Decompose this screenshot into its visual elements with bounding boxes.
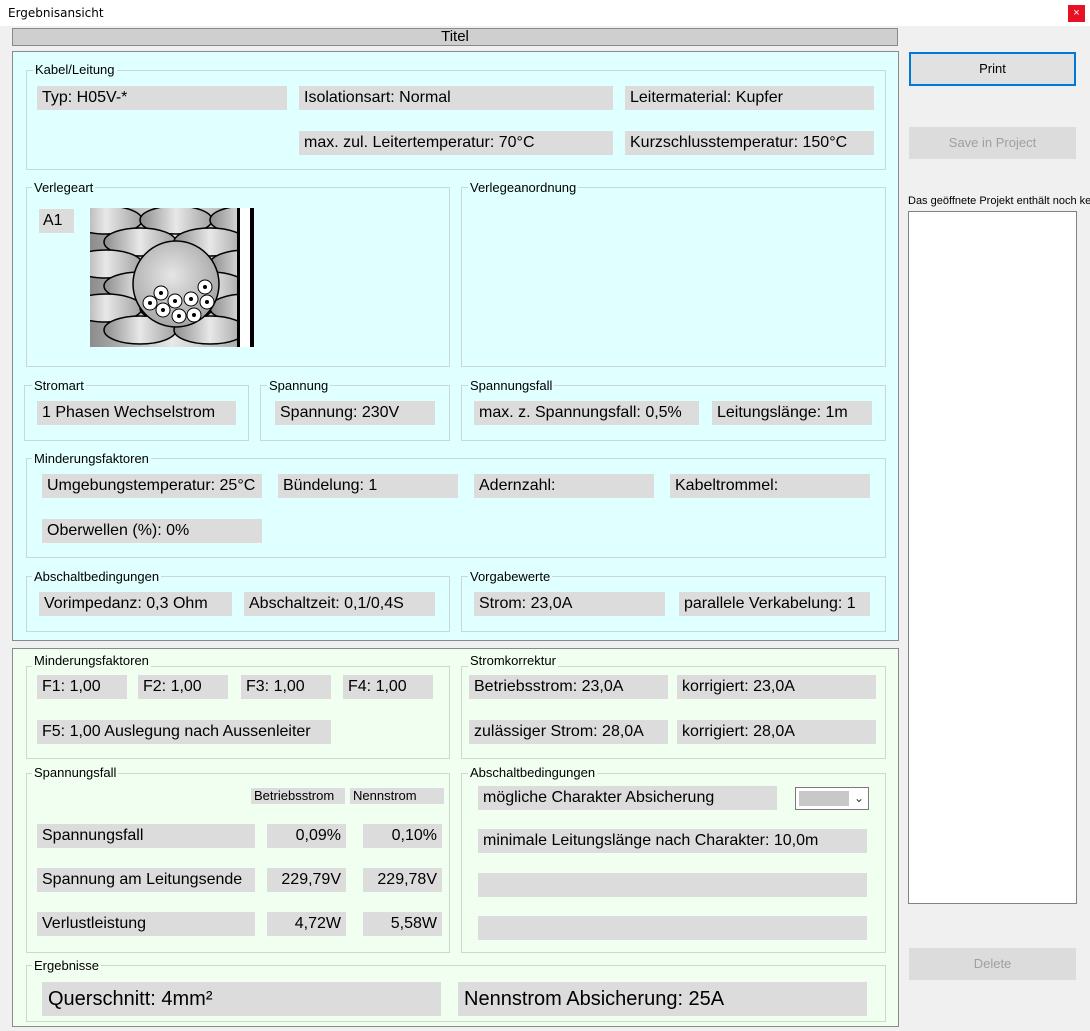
project-info-text: Das geöffnete Projekt enthält noch kei [908,195,1090,207]
group-verlegeanordnung-label: Verlegeanordnung [468,180,579,195]
save-in-project-button[interactable]: Save in Project [909,127,1076,159]
input-panel: Kabel/Leitung Typ: H05V-* Isolationsart:… [12,51,899,641]
verlustleistung-betrieb: 4,72W [267,912,346,936]
spannungsfall-betrieb: 0,09% [267,824,346,848]
buendelung-field: Bündelung: 1 [278,474,458,498]
minimale-leitungslaenge-field: minimale Leitungslänge nach Charakter: 1… [478,829,867,853]
abschalt-blank-field-2 [478,916,867,940]
close-button[interactable]: × [1068,5,1085,22]
charakter-dropdown-value [799,791,849,806]
max-spannungsfall-field: max. z. Spannungsfall: 0,5% [474,401,699,425]
window-title: Ergebnisansicht [8,6,104,20]
delete-button[interactable]: Delete [909,948,1076,980]
umgebungstemperatur-field: Umgebungstemperatur: 25°C [42,474,262,498]
stromart-field: 1 Phasen Wechselstrom [37,401,236,425]
abschaltzeit-field: Abschaltzeit: 0,1/0,4S [244,592,435,616]
adernzahl-field: Adernzahl: [474,474,654,498]
leitermaterial-field: Leitermaterial: Kupfer [625,86,874,110]
parallele-verkabelung-field: parallele Verkabelung: 1 [679,592,870,616]
spannung-field: Spannung: 230V [275,401,435,425]
spannung-leitungsende-betrieb: 229,79V [267,868,346,892]
f1-field: F1: 1,00 [37,675,127,699]
betriebsstrom-field: Betriebsstrom: 23,0A [469,675,668,699]
group-stromart-label: Stromart [32,378,86,393]
abschalt-blank-field-1 [478,873,867,897]
f5-field: F5: 1,00 Auslegung nach Aussenleiter [37,720,331,744]
group-spannungsfall-output-label: Spannungsfall [32,765,119,780]
betriebsstrom-korrigiert-field: korrigiert: 23,0A [677,675,876,699]
group-ergebnisse-label: Ergebnisse [32,958,102,973]
zulaessiger-strom-korrigiert-field: korrigiert: 28,0A [677,720,876,744]
vorimpedanz-field: Vorimpedanz: 0,3 Ohm [39,592,232,616]
report-title: Titel [12,28,898,46]
row-label-spannungsfall: Spannungsfall [37,824,255,848]
row-label-verlustleistung: Verlustleistung [37,912,255,936]
leitungslaenge-field: Leitungslänge: 1m [712,401,872,425]
f3-field: F3: 1,00 [241,675,331,699]
f2-field: F2: 1,00 [138,675,228,699]
group-abschaltbedingungen-output-label: Abschaltbedingungen [468,765,598,780]
group-minderungsfaktoren-output-label: Minderungsfaktoren [32,653,151,668]
print-button[interactable]: Print [909,52,1076,86]
group-kabel [26,70,886,170]
project-listbox[interactable] [908,211,1077,904]
group-stromkorrektur-label: Stromkorrektur [468,653,558,668]
spannungsfall-nenn: 0,10% [363,824,442,848]
spannung-leitungsende-nenn: 229,78V [363,868,442,892]
col-header-nennstrom: Nennstrom [350,788,444,804]
typ-field: Typ: H05V-* [37,86,287,110]
group-verlegeart-label: Verlegeart [32,180,96,195]
verlustleistung-nenn: 5,58W [363,912,442,936]
verlegeart-illustration [69,205,283,347]
group-verlegeanordnung [461,187,886,367]
charakter-absicherung-field: mögliche Charakter Absicherung [478,786,777,810]
row-label-spannung-leitungsende: Spannung am Leitungsende [37,868,255,892]
group-minderungsfaktoren-input-label: Minderungsfaktoren [32,451,151,466]
chevron-down-icon: ⌄ [853,791,865,805]
querschnitt-result: Querschnitt: 4mm² [42,982,441,1016]
group-spannungsfall-input-label: Spannungsfall [468,378,555,393]
window-titlebar: Ergebnisansicht × [0,0,1090,26]
result-panel: Minderungsfaktoren F1: 1,00 F2: 1,00 F3:… [12,648,899,1027]
group-abschaltbedingungen-input-label: Abschaltbedingungen [32,569,162,584]
f4-field: F4: 1,00 [343,675,433,699]
group-vorgabewerte-label: Vorgabewerte [468,569,553,584]
group-minderungsfaktoren-input [26,458,886,558]
group-spannung-label: Spannung [267,378,331,393]
verlegeart-code: A1 [39,209,74,233]
nennstrom-absicherung-result: Nennstrom Absicherung: 25A [458,982,867,1016]
isolationsart-field: Isolationsart: Normal [299,86,613,110]
charakter-dropdown[interactable]: ⌄ [795,787,869,810]
oberwellen-field: Oberwellen (%): 0% [42,519,262,543]
kurzschlusstemperatur-field: Kurzschlusstemperatur: 150°C [625,131,874,155]
group-kabel-label: Kabel/Leitung [33,62,117,77]
max-leitertemperatur-field: max. zul. Leitertemperatur: 70°C [299,131,613,155]
strom-field: Strom: 23,0A [474,592,665,616]
zulaessiger-strom-field: zulässiger Strom: 28,0A [469,720,668,744]
kabeltrommel-field: Kabeltrommel: [670,474,870,498]
col-header-betriebsstrom: Betriebsstrom [251,788,345,804]
